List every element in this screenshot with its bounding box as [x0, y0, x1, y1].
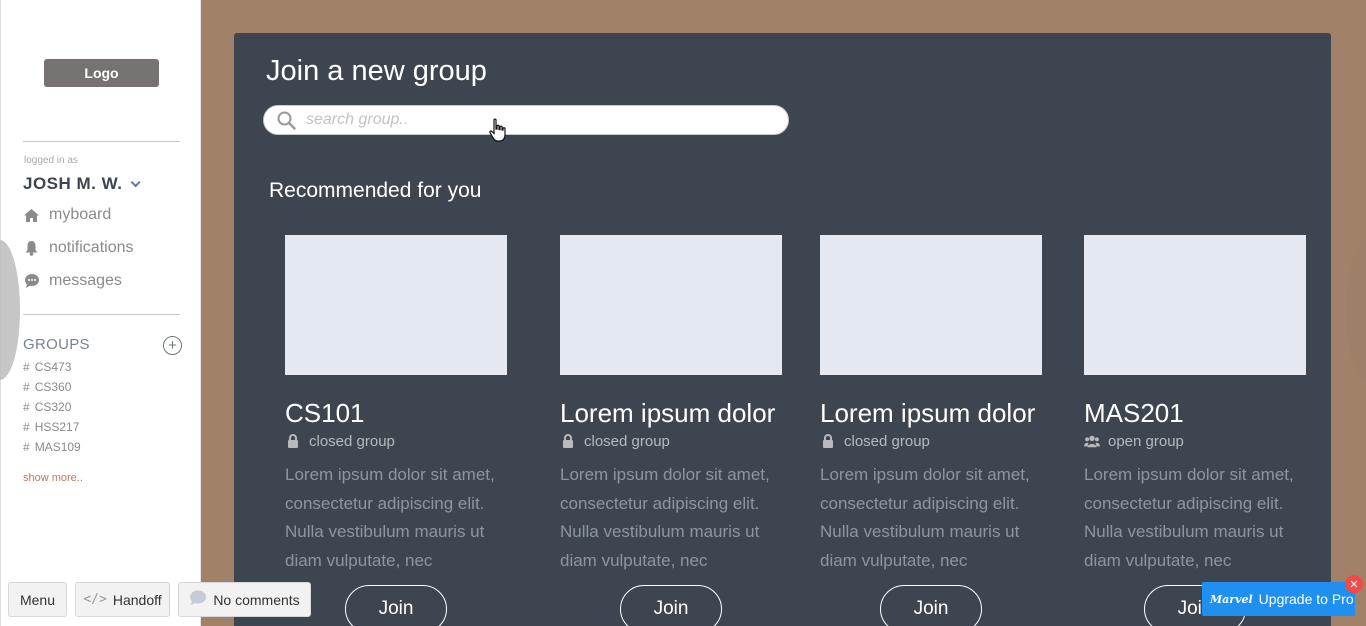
nav-label: myboard [49, 206, 112, 223]
groups-heading: GROUPS [23, 336, 90, 353]
group-card[interactable]: MAS201 open group Lorem ipsum dolor sit … [1084, 235, 1306, 575]
handoff-label: Handoff [112, 591, 162, 608]
hash-icon: # [23, 420, 30, 434]
add-group-button[interactable]: + [163, 336, 182, 355]
group-thumbnail [285, 235, 507, 375]
logo[interactable]: Logo [44, 59, 159, 87]
hand-cursor-icon [489, 118, 507, 147]
group-item-hss217[interactable]: # HSS217 [23, 420, 79, 434]
recommended-heading: Recommended for you [269, 179, 482, 202]
nav-item-notifications[interactable]: notifications [23, 239, 134, 257]
user-menu[interactable]: JOSH M. W. [23, 174, 142, 194]
group-name: Lorem ipsum dolor [820, 398, 1036, 428]
username: JOSH M. W. [23, 174, 123, 193]
group-description: Lorem ipsum dolor sit amet, consectetur … [560, 465, 770, 570]
next-arrow[interactable] [1346, 240, 1366, 380]
chat-icon [23, 273, 40, 290]
group-card[interactable]: Lorem ipsum dolor closed group Lorem ips… [560, 235, 782, 575]
close-icon[interactable]: ✕ [1345, 575, 1363, 593]
group-name: MAS201 [1084, 398, 1184, 428]
comments-label: No comments [213, 591, 300, 608]
search-input[interactable] [306, 111, 786, 129]
nav-item-myboard[interactable]: myboard [23, 206, 111, 224]
join-group-panel: Join a new group Recommended for you CS1… [234, 33, 1331, 626]
handoff-button[interactable]: </> Handoff [75, 582, 170, 617]
group-thumbnail [560, 235, 782, 375]
menu-button[interactable]: Menu [8, 582, 67, 617]
show-more-link[interactable]: show more.. [23, 472, 83, 484]
chevron-down-icon [131, 176, 142, 187]
sidebar: Logo logged in as JOSH M. W. myboard not… [0, 0, 201, 626]
hash-icon: # [23, 440, 30, 454]
group-label: CS473 [34, 360, 72, 374]
group-item-cs320[interactable]: # CS320 [23, 400, 71, 414]
group-label: CS320 [34, 400, 72, 414]
group-item-mas109[interactable]: # MAS109 [23, 440, 81, 454]
group-description: Lorem ipsum dolor sit amet, consectetur … [1084, 465, 1294, 570]
lock-icon [820, 434, 836, 450]
upgrade-button[interactable]: Marvel Upgrade to Pro [1202, 582, 1355, 616]
group-name: Lorem ipsum dolor [560, 398, 776, 428]
group-card[interactable]: Lorem ipsum dolor closed group Lorem ips… [820, 235, 1042, 575]
plus-icon: + [168, 337, 177, 354]
group-label: MAS109 [34, 440, 81, 454]
group-label: CS360 [34, 380, 72, 394]
group-card[interactable]: CS101 closed group Lorem ipsum dolor sit… [285, 235, 507, 575]
group-type-label: closed group [584, 433, 670, 450]
nav-item-messages[interactable]: messages [23, 272, 122, 290]
search-icon [277, 111, 296, 130]
group-label: HSS217 [34, 420, 80, 434]
group-description: Lorem ipsum dolor sit amet, consectetur … [285, 465, 495, 570]
group-type: closed group [820, 433, 1042, 450]
group-item-cs360[interactable]: # CS360 [23, 380, 71, 394]
hash-icon: # [23, 380, 30, 394]
group-thumbnail [820, 235, 1042, 375]
page-title: Join a new group [266, 55, 487, 87]
nav-label: notifications [49, 239, 134, 256]
group-item-cs473[interactable]: # CS473 [23, 360, 71, 374]
group-description: Lorem ipsum dolor sit amet, consectetur … [820, 465, 1030, 570]
group-type-label: closed group [309, 433, 395, 450]
nav-label: messages [49, 272, 122, 289]
divider [23, 141, 180, 142]
group-thumbnail [1084, 235, 1306, 375]
group-type: closed group [285, 433, 507, 450]
hash-icon: # [23, 360, 30, 374]
join-button[interactable]: Join [345, 585, 447, 626]
search-bar[interactable] [263, 105, 789, 135]
marvel-logo: Marvel [1210, 592, 1253, 606]
comments-button[interactable]: No comments [178, 582, 311, 617]
group-type-label: open group [1108, 433, 1184, 450]
comment-icon [189, 590, 207, 609]
code-icon: </> [83, 592, 107, 607]
logged-in-label: logged in as [24, 155, 78, 166]
users-icon [1084, 434, 1100, 450]
join-button[interactable]: Join [620, 585, 722, 626]
group-name: CS101 [285, 398, 365, 428]
lock-icon [285, 434, 301, 450]
upgrade-label: Upgrade to Pro [1258, 591, 1354, 607]
home-icon [23, 207, 40, 224]
join-button[interactable]: Join [880, 585, 982, 626]
bell-icon [23, 240, 40, 257]
group-type-label: closed group [844, 433, 930, 450]
hash-icon: # [23, 400, 30, 414]
group-type: open group [1084, 433, 1306, 450]
lock-icon [560, 434, 576, 450]
group-type: closed group [560, 433, 782, 450]
divider [23, 314, 180, 315]
